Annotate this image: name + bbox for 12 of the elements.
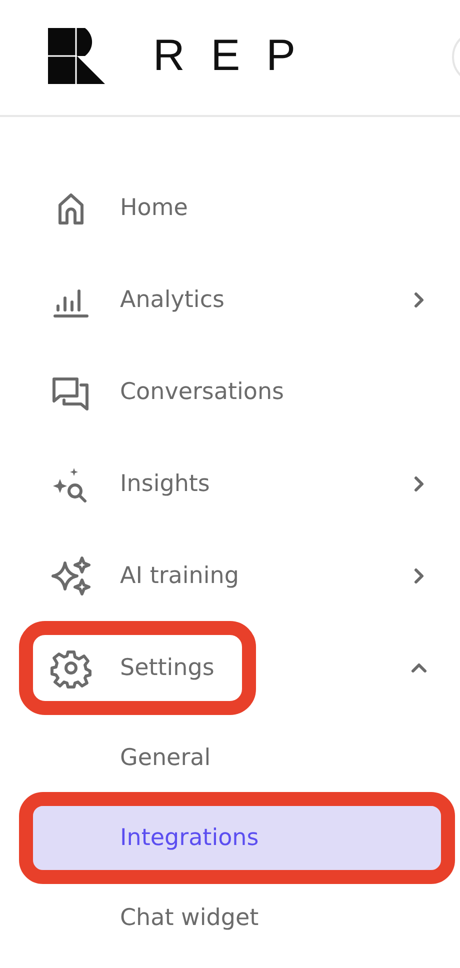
nav-item[interactable]: Settings bbox=[33, 635, 242, 701]
nav-item[interactable]: Analytics bbox=[33, 267, 252, 333]
nav-item[interactable]: AI training bbox=[33, 543, 267, 609]
submenu-item[interactable]: Chat widget bbox=[33, 886, 441, 950]
nav-item[interactable]: Insights bbox=[33, 451, 238, 517]
submenu-item[interactable]: Integrations bbox=[33, 806, 441, 870]
submenu-item[interactable]: General bbox=[33, 726, 441, 790]
sparkles-icon bbox=[50, 555, 92, 597]
brand-name: REP bbox=[153, 30, 322, 80]
nav-item[interactable]: Conversations bbox=[33, 359, 312, 425]
nav-item[interactable]: Home bbox=[33, 175, 216, 241]
logo-icon bbox=[48, 28, 105, 84]
